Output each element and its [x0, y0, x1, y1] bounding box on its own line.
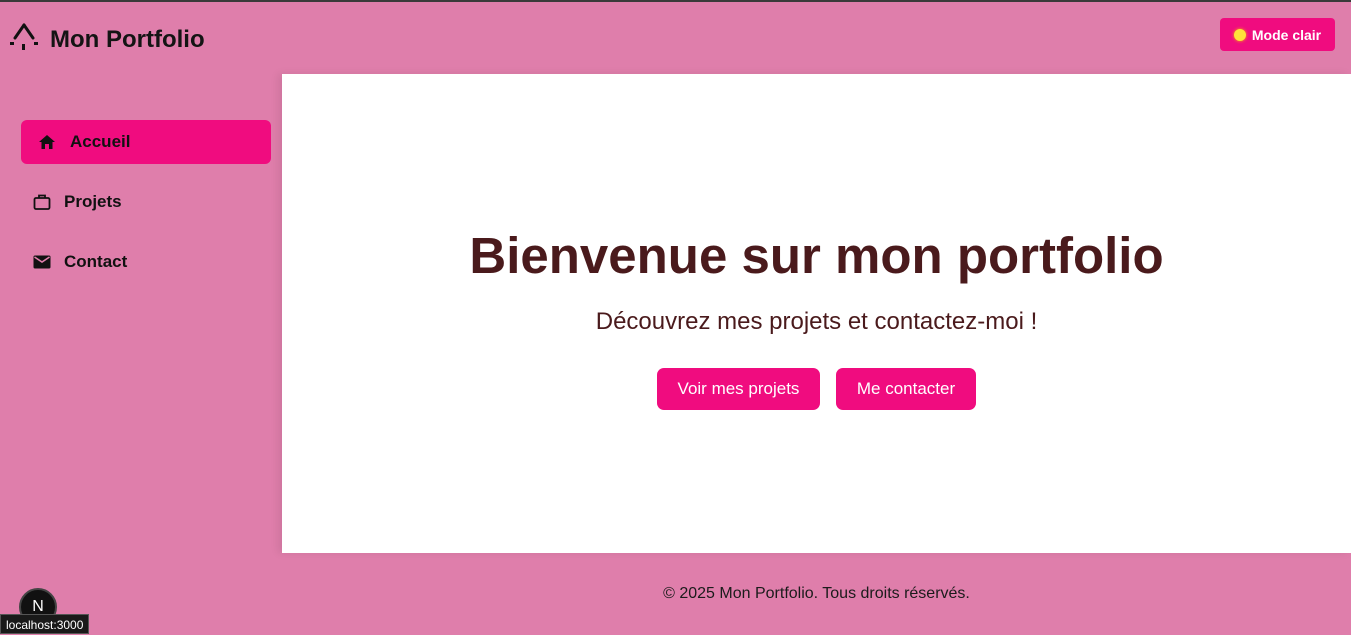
status-bar-url: localhost:3000 [0, 614, 90, 634]
copyright-text: © 2025 Mon Portfolio. Tous droits réserv… [663, 585, 970, 602]
logo-icon [10, 23, 38, 50]
mail-icon [32, 252, 52, 272]
sidebar-item-label: Contact [64, 252, 128, 271]
sidebar-item-contact[interactable]: Contact [21, 240, 271, 284]
theme-toggle-button[interactable]: Mode clair [1220, 18, 1335, 51]
sidebar-item-projets[interactable]: Projets [21, 180, 271, 224]
sidebar-item-accueil[interactable]: Accueil [21, 120, 271, 164]
sun-icon [1233, 28, 1246, 41]
page-title: Bienvenue sur mon portfolio [469, 227, 1164, 284]
site-header: Mon Portfolio Mode clair [0, 2, 1351, 74]
sidebar-item-label: Projets [64, 192, 122, 211]
sidebar: Accueil Projets Contact [0, 74, 282, 553]
home-icon [37, 132, 57, 152]
site-footer: © 2025 Mon Portfolio. Tous droits réserv… [0, 553, 1351, 634]
briefcase-icon [32, 192, 52, 212]
theme-toggle-label: Mode clair [1251, 26, 1322, 43]
site-title[interactable]: Mon Portfolio [50, 26, 205, 54]
main-content: Bienvenue sur mon portfolio Découvrez me… [282, 74, 1351, 553]
contact-me-button[interactable]: Me contacter [836, 368, 976, 410]
page-subtitle: Découvrez mes projets et contactez-moi ! [595, 308, 1038, 335]
sidebar-item-label: Accueil [70, 132, 131, 151]
view-projects-button[interactable]: Voir mes projets [657, 368, 820, 410]
